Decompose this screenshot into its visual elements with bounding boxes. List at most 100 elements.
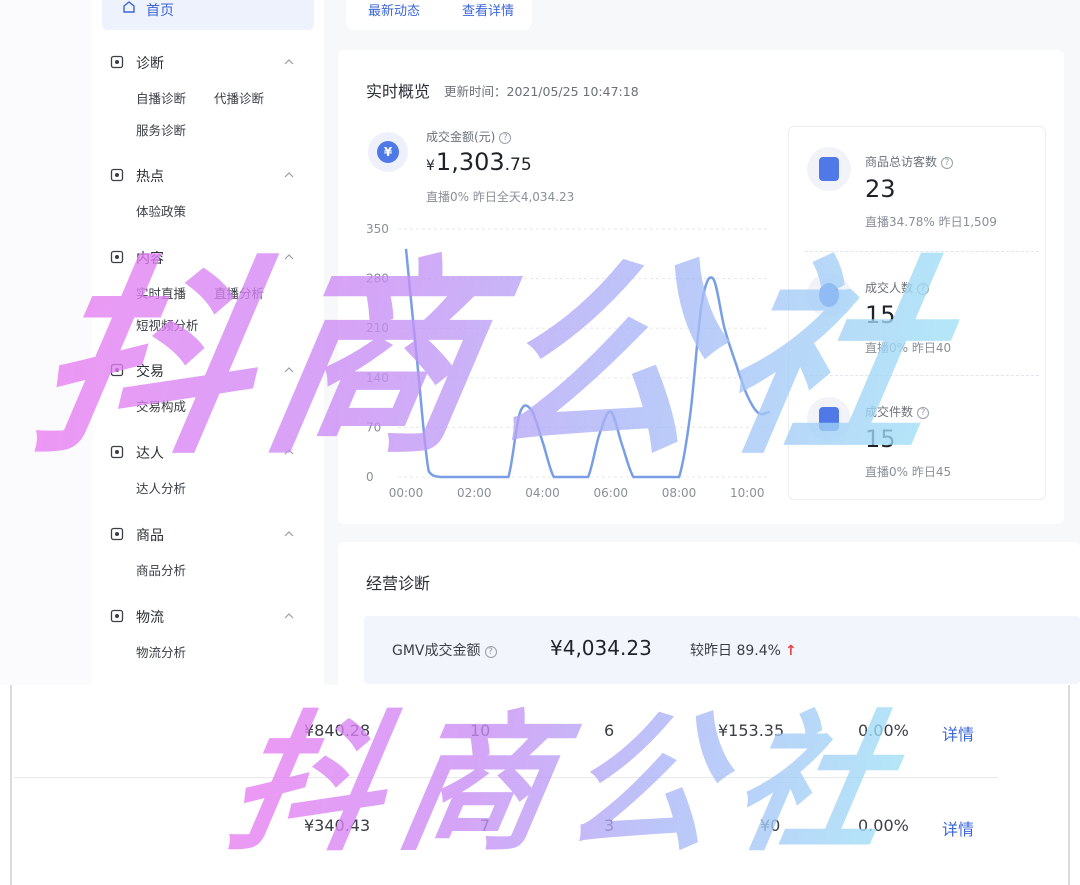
sidebar-subitem[interactable]: 服务诊断 (136, 120, 186, 139)
gmv-summary-label: GMV成交金额 (392, 643, 481, 659)
cell-count: 10 (470, 721, 491, 740)
help-icon[interactable]: ? (499, 132, 512, 144)
realtime-title: 实时概览 (366, 82, 431, 101)
x-tick-label: 02:00 (457, 486, 492, 500)
row-divider (14, 777, 998, 778)
sidebar-subitem[interactable]: 实时直播 (136, 283, 186, 302)
divider (805, 251, 1039, 252)
user-icon (807, 273, 851, 317)
gmv-label: 成交金额(元) (426, 130, 496, 144)
y-tick-label: 70 (366, 420, 381, 434)
gmv-currency: ¥ (426, 158, 435, 174)
help-icon[interactable]: ? (917, 283, 930, 295)
sidebar-subitem[interactable]: 达人分析 (136, 478, 186, 497)
chevron-up-icon[interactable] (282, 363, 296, 377)
sidebar-group-header[interactable]: 热点 (92, 165, 324, 187)
details-link[interactable]: 详情 (942, 721, 974, 745)
sidebar-group-title: 交易 (136, 364, 164, 380)
stat-label: 成交人数 (865, 281, 914, 295)
sidebar-group-header[interactable]: 达人 (92, 442, 324, 464)
y-tick-label: 140 (366, 371, 389, 385)
sidebar-group-header[interactable]: 诊断 (92, 52, 324, 74)
gmv-summary-strip: GMV成交金额? ¥4,034.23 较昨日 89.4% ↑ (364, 616, 1080, 684)
sidebar-group-title: 内容 (136, 251, 164, 267)
sidebar-subitem[interactable]: 物流分析 (136, 642, 186, 661)
series-line (404, 248, 771, 479)
stat-value: 23 (865, 175, 896, 203)
product-icon (110, 527, 124, 541)
help-icon[interactable]: ? (917, 407, 930, 419)
help-icon[interactable]: ? (484, 646, 497, 658)
sidebar-item-home[interactable]: 首页 (102, 0, 314, 30)
stat-note: 直播0% 昨日40 (865, 341, 952, 355)
left-blank-strip (0, 0, 92, 685)
gmv-summary-value: ¥4,034.23 (550, 636, 652, 660)
help-icon[interactable]: ? (941, 157, 954, 169)
sidebar-group-header[interactable]: 商品 (92, 524, 324, 546)
chevron-up-icon[interactable] (282, 445, 296, 459)
sidebar-subitem[interactable]: 代播诊断 (214, 88, 264, 107)
realtime-overview-card: 实时概览 更新时间：2021/05/25 10:47:18 ¥ 成交金额(元)?… (338, 50, 1064, 524)
y-tick-label: 350 (366, 222, 389, 236)
sidebar-subitem[interactable]: 体验政策 (136, 201, 186, 220)
gmv-label-wrap: 成交金额(元)? (426, 128, 512, 145)
main-content: 最新动态 查看详情 实时概览 更新时间：2021/05/25 10:47:18 … (338, 0, 1080, 685)
sidebar-group: 热点体验政策 (92, 165, 324, 219)
x-tick-label: 10:00 (730, 486, 765, 500)
sidebar-subitem[interactable]: 交易构成 (136, 396, 186, 415)
cell-price: ¥153.35 (718, 721, 785, 740)
y-tick-label: 210 (366, 321, 389, 335)
stats-panel: 商品总访客数? 23 直播34.78% 昨日1,509 成交人数? 15 直播0… (788, 126, 1046, 500)
y-tick-label: 280 (366, 272, 389, 286)
x-tick-label: 00:00 (389, 486, 424, 500)
trade-icon (110, 363, 124, 377)
sidebar-group: 物流 物流分析 (92, 606, 324, 660)
dashboard-screen: 首页 诊断自播诊断 代播诊断服务诊断热点体验政策内容实时直播 直播分析 短视频分析交易… (0, 0, 1080, 685)
sidebar-group-header[interactable]: 内容 (92, 247, 324, 269)
stat-note: 直播0% 昨日45 (865, 465, 952, 479)
table-border-left (10, 685, 12, 885)
chevron-up-icon[interactable] (282, 609, 296, 623)
sidebar-group-title: 达人 (136, 446, 164, 462)
sidebar-group-title: 物流 (136, 610, 164, 626)
gmv-value: ¥1,303.75 (426, 148, 532, 176)
table-fragment: ¥840.28 10 6 ¥153.35 0.00% 详情 ¥340.43 7 … (0, 685, 1080, 885)
sidebar-subitem[interactable]: 直播分析 (214, 283, 264, 302)
tab-details[interactable]: 查看详情 (462, 0, 514, 19)
x-tick-label: 04:00 (525, 486, 560, 500)
stat-label: 成交件数 (865, 405, 914, 419)
bag-icon (807, 397, 851, 441)
sidebar-group-header[interactable]: 交易 (92, 360, 324, 382)
home-icon (123, 1, 135, 13)
sidebar-group-header[interactable]: 物流 (92, 606, 324, 628)
sidebar-group-title: 诊断 (136, 56, 164, 72)
chevron-up-icon[interactable] (282, 527, 296, 541)
yen-glyph: ¥ (377, 141, 399, 163)
x-tick-label: 06:00 (593, 486, 628, 500)
chevron-up-icon[interactable] (282, 55, 296, 69)
sidebar: 首页 诊断自播诊断 代播诊断服务诊断热点体验政策内容实时直播 直播分析 短视频分析交易… (92, 0, 324, 685)
sidebar-group: 达人 达人分析 (92, 442, 324, 496)
business-title: 经营诊断 (366, 574, 431, 593)
sidebar-subitem[interactable]: 短视频分析 (136, 315, 199, 334)
divider (805, 375, 1039, 376)
document-icon (110, 250, 124, 264)
stat-visitors: 商品总访客数? 23 直播34.78% 昨日1,509 (789, 127, 1047, 247)
gmv-dec: .75 (504, 155, 532, 175)
compare-text: 较昨日 89.4% (690, 643, 781, 659)
chevron-up-icon[interactable] (282, 250, 296, 264)
sidebar-group: 交易 交易构成 (92, 360, 324, 414)
cell-count: 7 (480, 816, 491, 835)
stat-label: 商品总访客数 (865, 155, 938, 169)
y-tick-label: 0 (366, 470, 374, 484)
sidebar-group: 商品商品分析 (92, 524, 324, 578)
truck-icon (110, 609, 124, 623)
cell-amount: ¥840.28 (304, 721, 371, 740)
stat-value: 15 (865, 301, 896, 329)
details-link[interactable]: 详情 (942, 816, 974, 840)
sidebar-subitem[interactable]: 商品分析 (136, 560, 186, 579)
chevron-up-icon[interactable] (282, 168, 296, 182)
tab-latest[interactable]: 最新动态 (368, 0, 420, 19)
stat-buyers: 成交人数? 15 直播0% 昨日40 (789, 253, 1047, 373)
sidebar-subitem[interactable]: 自播诊断 (136, 88, 186, 107)
